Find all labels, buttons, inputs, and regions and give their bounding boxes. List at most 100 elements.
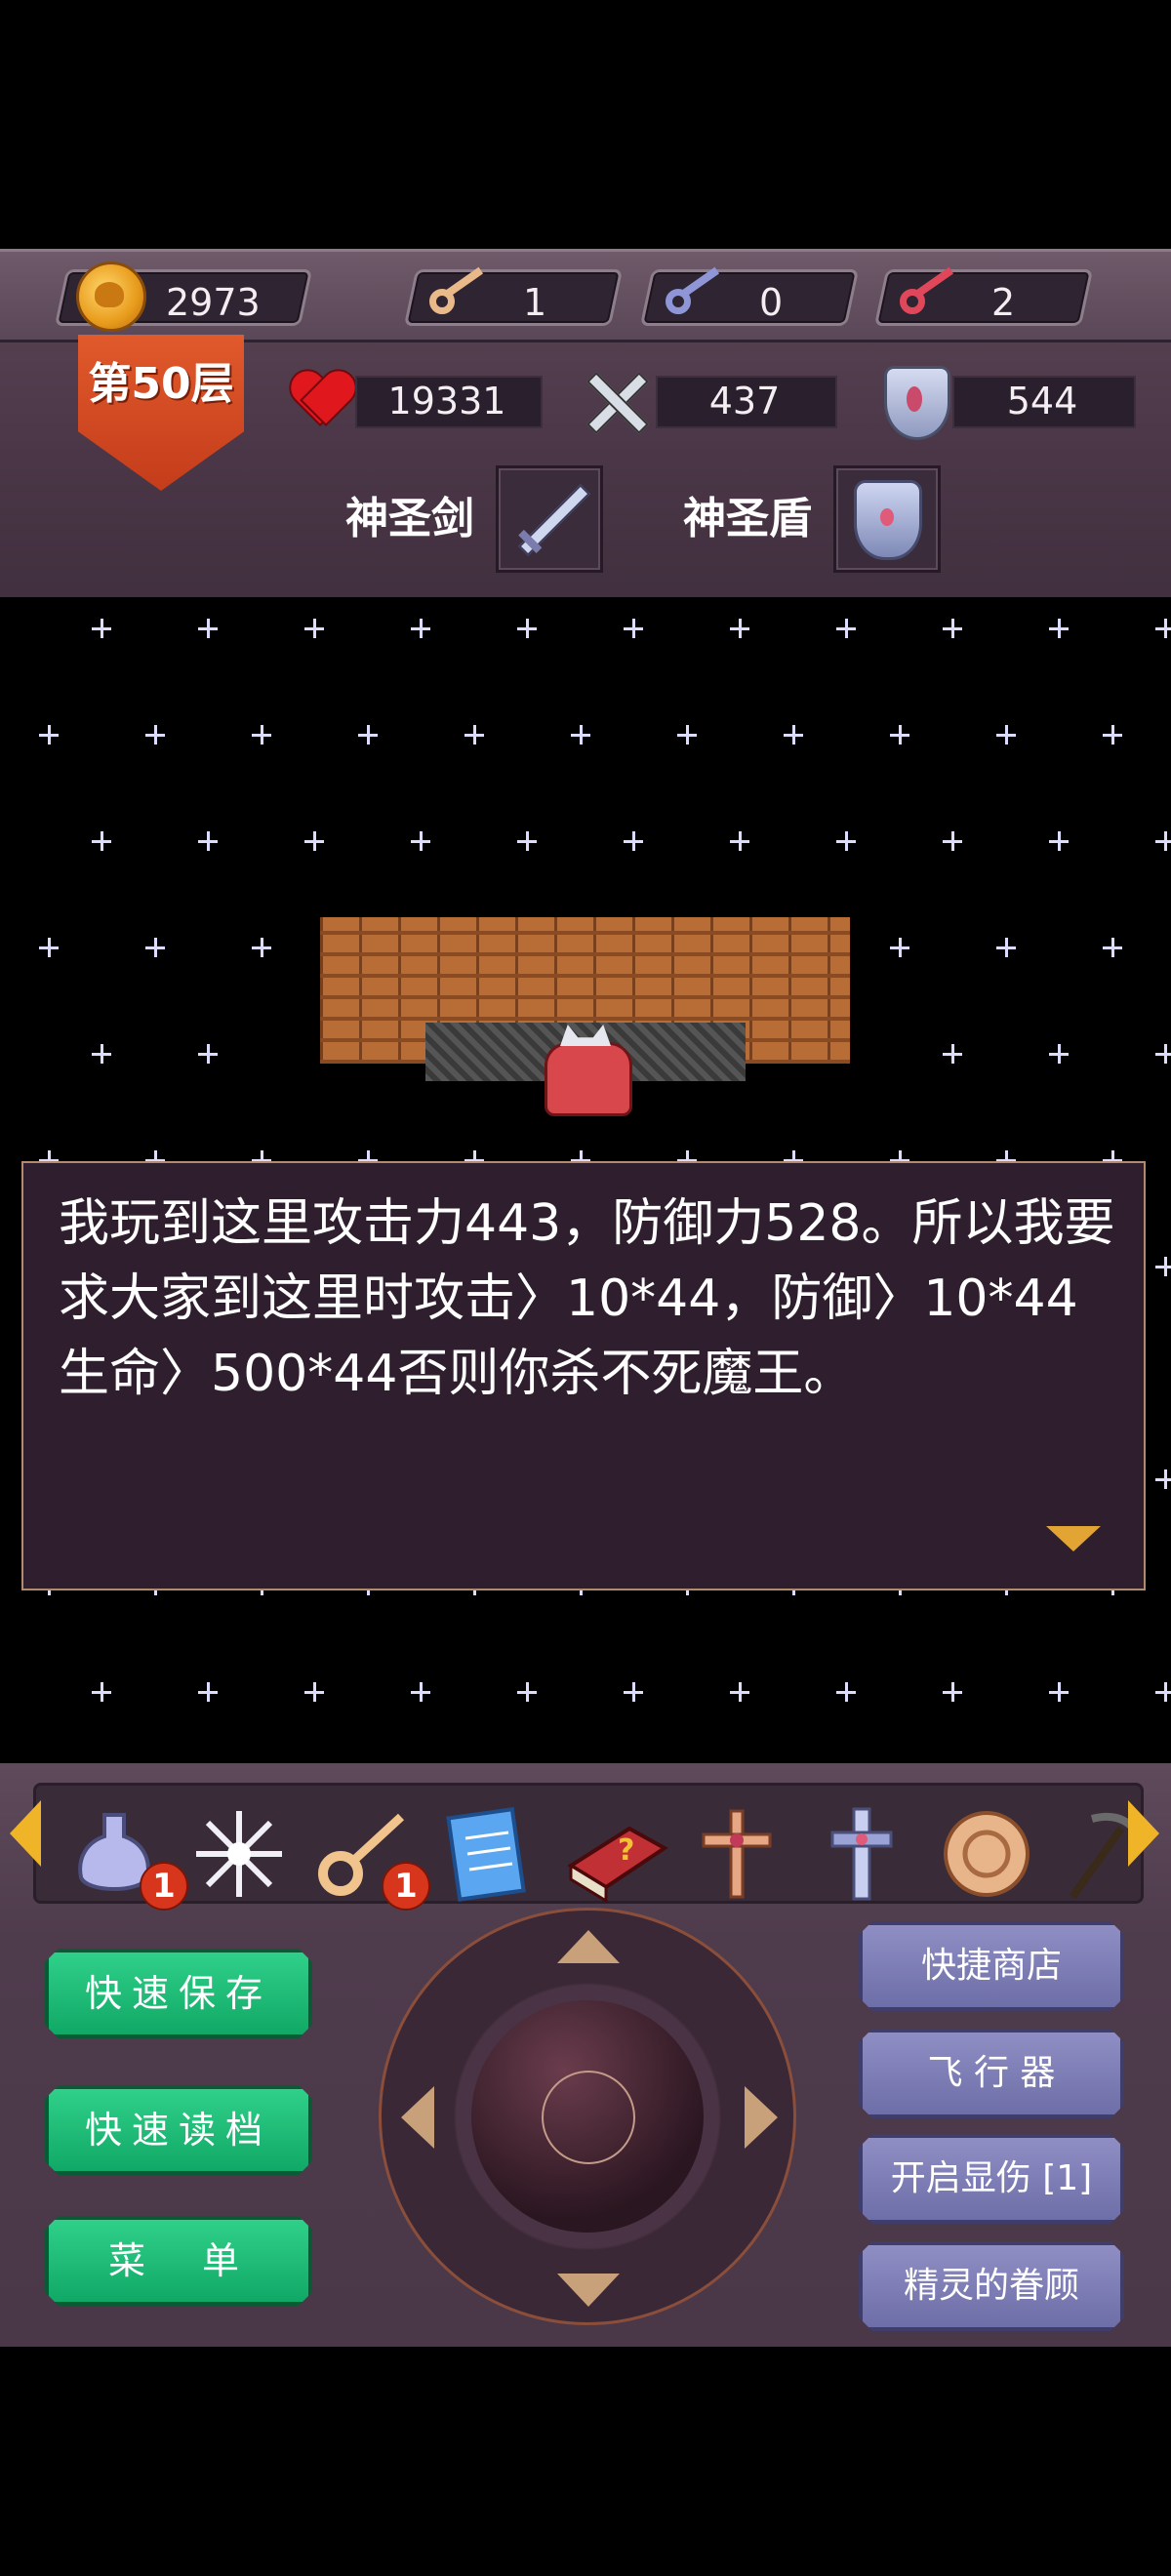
dpad-down-arrow-icon[interactable] <box>557 2274 620 2307</box>
coin-disc-icon[interactable] <box>938 1805 1035 1907</box>
star-icon <box>39 938 59 957</box>
star-icon <box>1155 1469 1171 1489</box>
star-icon <box>890 938 909 957</box>
holy-shield-icon <box>854 480 922 560</box>
star-icon <box>92 831 111 851</box>
shield-slot[interactable] <box>833 465 941 573</box>
items-prev-arrow-icon[interactable] <box>10 1800 41 1867</box>
star-icon <box>1155 1257 1171 1276</box>
attack-value: 437 <box>708 380 781 423</box>
star-icon <box>1103 725 1122 745</box>
snowflake-icon[interactable] <box>190 1805 288 1907</box>
star-icon <box>1049 1044 1069 1064</box>
star-icon <box>517 831 537 851</box>
star-icon <box>92 1044 111 1064</box>
quick-shop-button[interactable]: 快捷商店 <box>859 1921 1124 2011</box>
star-icon <box>1155 831 1171 851</box>
dpad-right-arrow-icon[interactable] <box>745 2086 778 2149</box>
show-damage-button[interactable]: 开启显伤 [1] <box>859 2134 1124 2224</box>
item-bar: 1 1 ? <box>33 1783 1144 1911</box>
star-icon <box>411 1682 430 1702</box>
star-icon <box>39 725 59 745</box>
fly-device-button[interactable]: 飞 行 器 <box>859 2029 1124 2118</box>
star-icon <box>784 725 803 745</box>
red-key-value: 2 <box>991 281 1016 324</box>
status-panel: 2973 1 0 2 第50层 19331 437 544 神圣剑 神圣盾 <box>0 249 1171 597</box>
shield-icon <box>884 366 950 440</box>
star-icon <box>252 725 271 745</box>
items-next-arrow-icon[interactable] <box>1128 1800 1159 1867</box>
gold-value: 2973 <box>166 281 261 324</box>
star-icon <box>943 1682 962 1702</box>
red-armor-monster[interactable] <box>527 1019 644 1126</box>
blue-key-value: 0 <box>759 281 784 324</box>
continue-arrow-icon[interactable] <box>1046 1526 1101 1551</box>
star-icon <box>145 725 165 745</box>
star-icon <box>198 1682 218 1702</box>
blue-key-icon <box>666 266 728 318</box>
star-icon <box>571 725 590 745</box>
star-icon <box>517 1682 537 1702</box>
dpad-left-arrow-icon[interactable] <box>401 2086 434 2149</box>
heart-icon <box>289 372 351 428</box>
star-icon <box>943 1044 962 1064</box>
holy-sword-icon <box>518 484 590 556</box>
menu-button[interactable]: 菜 单 <box>45 2216 312 2306</box>
holy-sword-cross-icon[interactable] <box>813 1805 910 1907</box>
quick-save-button[interactable]: 快速保存 <box>45 1949 312 2038</box>
fairy-favor-button[interactable]: 精灵的眷顾 <box>859 2241 1124 2331</box>
star-icon <box>624 831 643 851</box>
star-icon <box>730 1682 749 1702</box>
star-icon <box>198 619 218 638</box>
cross-icon[interactable] <box>688 1805 786 1907</box>
floor-badge: 第50层 <box>78 335 244 491</box>
star-icon <box>996 938 1016 957</box>
hp-value: 19331 <box>387 380 506 423</box>
star-icon <box>252 938 271 957</box>
star-icon <box>836 1682 856 1702</box>
star-icon <box>145 938 165 957</box>
star-icon <box>836 831 856 851</box>
dialog-text: 我玩到这里攻击力443，防御力528。所以我要求大家到这里时攻击〉10*44，防… <box>59 1194 1115 1403</box>
star-icon <box>1049 1682 1069 1702</box>
dialog-box[interactable]: 我玩到这里攻击力443，防御力528。所以我要求大家到这里时攻击〉10*44，防… <box>21 1161 1146 1590</box>
star-icon <box>198 831 218 851</box>
resource-bar: 2973 1 0 2 <box>0 249 1171 342</box>
dpad-center-button[interactable] <box>542 2071 635 2164</box>
yellow-key-icon <box>429 266 492 318</box>
star-icon <box>996 725 1016 745</box>
star-icon <box>198 1044 218 1064</box>
star-icon <box>304 1682 324 1702</box>
star-icon <box>890 725 909 745</box>
weapon-slot[interactable] <box>496 465 603 573</box>
star-icon <box>836 619 856 638</box>
star-icon <box>1103 938 1122 957</box>
star-icon <box>517 619 537 638</box>
star-icon <box>1155 1682 1171 1702</box>
gold-coin-icon <box>76 262 146 332</box>
defense-value: 544 <box>1006 380 1078 423</box>
shield-label: 神圣盾 <box>683 494 812 543</box>
star-icon <box>1155 1044 1171 1064</box>
monster-book-icon[interactable]: ? <box>563 1805 668 1907</box>
crossed-swords-icon <box>582 368 650 434</box>
star-icon <box>304 831 324 851</box>
star-icon <box>92 1682 111 1702</box>
dpad-up-arrow-icon[interactable] <box>557 1930 620 1963</box>
control-panel: 1 1 ? 快速保存 快速读档 菜 单 快捷商店 飞 行 器 开启显伤 [1] … <box>0 1763 1171 2347</box>
golden-key-icon[interactable]: 1 <box>315 1805 430 1911</box>
star-icon <box>943 619 962 638</box>
star-icon <box>358 725 378 745</box>
direction-pad[interactable] <box>379 1908 796 2325</box>
star-icon <box>411 831 430 851</box>
quick-load-button[interactable]: 快速读档 <box>45 2085 312 2175</box>
notepad-icon[interactable] <box>440 1805 538 1907</box>
star-icon <box>1155 619 1171 638</box>
floor-label: 第50层 <box>88 359 234 409</box>
star-icon <box>1049 831 1069 851</box>
star-icon <box>464 725 484 745</box>
star-icon <box>92 619 111 638</box>
holy-water-icon[interactable]: 1 <box>65 1805 188 1911</box>
star-icon <box>624 619 643 638</box>
star-icon <box>304 619 324 638</box>
